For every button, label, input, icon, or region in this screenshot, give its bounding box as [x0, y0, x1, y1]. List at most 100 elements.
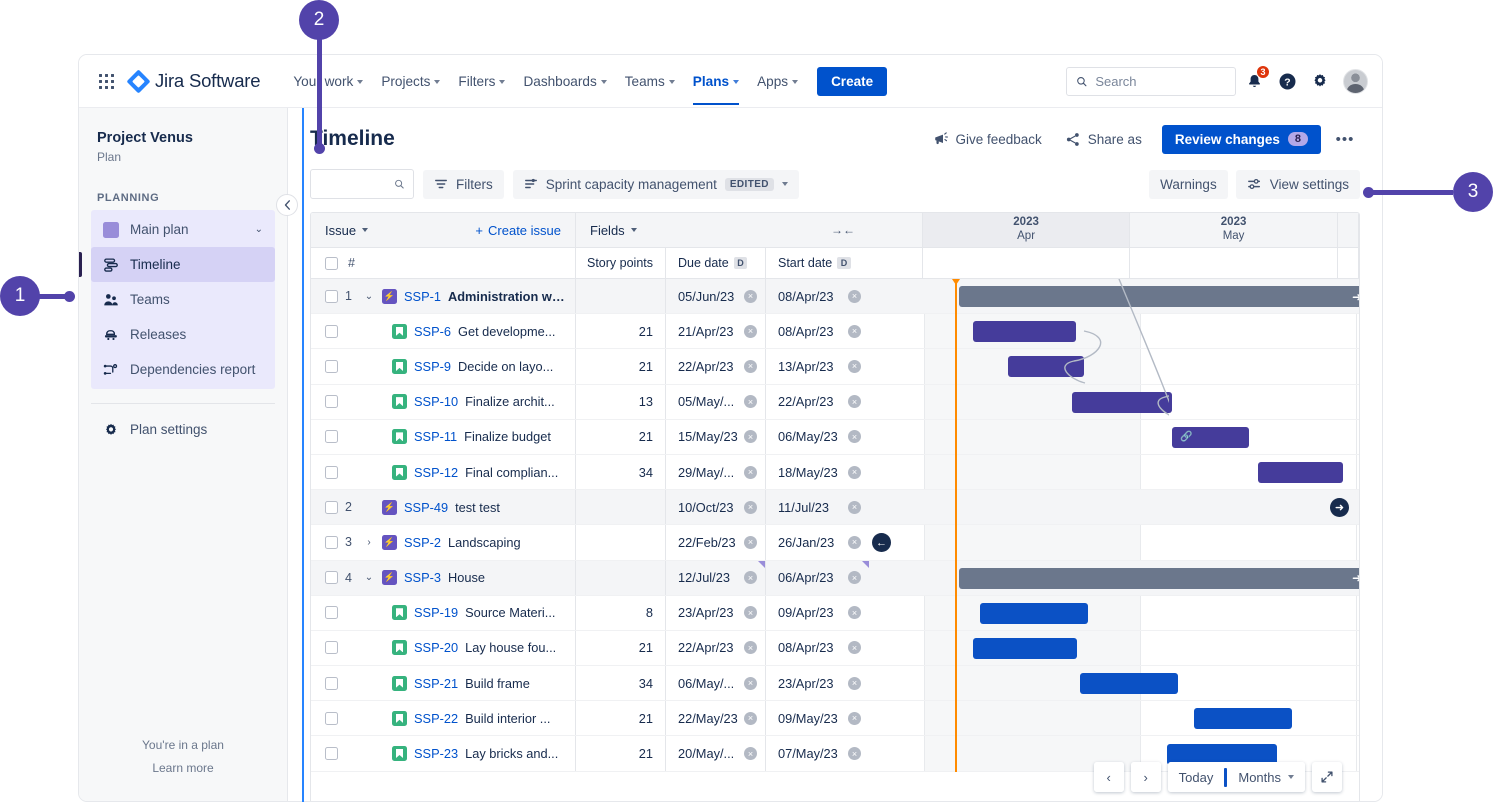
- clear-start-date-icon[interactable]: ×: [848, 360, 861, 373]
- story-points-cell[interactable]: 34: [576, 666, 666, 700]
- gantt-bar[interactable]: [1072, 392, 1172, 413]
- issue-key[interactable]: SSP-20: [414, 640, 458, 655]
- nav-plans[interactable]: Plans: [684, 57, 748, 105]
- start-date-cell[interactable]: 06/May/23 ×: [766, 420, 869, 454]
- table-row[interactable]: SSP-10 Finalize archit... 13 05/May/... …: [311, 385, 869, 420]
- table-row[interactable]: SSP-20 Lay house fou... 21 22/Apr/23 × 0…: [311, 631, 869, 666]
- jira-logo[interactable]: Jira Software: [130, 70, 260, 92]
- row-checkbox[interactable]: [325, 536, 338, 549]
- row-checkbox[interactable]: [325, 325, 338, 338]
- fields-header-menu[interactable]: Fields: [590, 223, 637, 238]
- due-date-cell[interactable]: 22/Feb/23 ×: [666, 525, 766, 559]
- row-twisty[interactable]: ›: [363, 537, 375, 548]
- table-row[interactable]: 4 ⌄ SSP-3 House 12/Jul/23 × 06/Apr/23 ×: [311, 561, 869, 596]
- row-checkbox[interactable]: [325, 466, 338, 479]
- story-points-cell[interactable]: 21: [576, 736, 666, 770]
- clear-due-date-icon[interactable]: ×: [744, 606, 757, 619]
- sidebar-item-teams[interactable]: Teams: [91, 282, 275, 317]
- story-points-cell[interactable]: 21: [576, 631, 666, 665]
- issue-search-input[interactable]: [319, 177, 394, 191]
- table-row[interactable]: 3 › SSP-2 Landscaping 22/Feb/23 × 26/Jan…: [311, 525, 869, 560]
- table-row[interactable]: SSP-6 Get developme... 21 21/Apr/23 × 08…: [311, 314, 869, 349]
- clear-start-date-icon[interactable]: ×: [848, 712, 861, 725]
- notifications-button[interactable]: 3: [1239, 66, 1269, 96]
- row-checkbox[interactable]: [325, 712, 338, 725]
- clear-start-date-icon[interactable]: ×: [848, 395, 861, 408]
- table-row[interactable]: SSP-12 Final complian... 34 29/May/... ×…: [311, 455, 869, 490]
- due-date-cell[interactable]: 29/May/... ×: [666, 455, 766, 489]
- start-date-cell[interactable]: 08/Apr/23 ×: [766, 279, 869, 313]
- sidebar-item-plan-settings[interactable]: Plan settings: [79, 412, 287, 447]
- row-checkbox[interactable]: [325, 290, 338, 303]
- start-date-cell[interactable]: 07/May/23 ×: [766, 736, 869, 770]
- row-twisty[interactable]: ⌄: [363, 572, 375, 583]
- due-date-cell[interactable]: 22/Apr/23 ×: [666, 631, 766, 665]
- sidebar-collapse-button[interactable]: [276, 194, 298, 216]
- due-date-cell[interactable]: 23/Apr/23 ×: [666, 596, 766, 630]
- gantt-bar[interactable]: [973, 638, 1077, 659]
- clear-start-date-icon[interactable]: ×: [848, 290, 861, 303]
- row-checkbox[interactable]: [325, 395, 338, 408]
- clear-start-date-icon[interactable]: ×: [848, 501, 861, 514]
- clear-due-date-icon[interactable]: ×: [744, 325, 757, 338]
- row-checkbox[interactable]: [325, 747, 338, 760]
- start-date-cell[interactable]: 23/Apr/23 ×: [766, 666, 869, 700]
- today-button[interactable]: Today: [1168, 762, 1225, 792]
- gantt-bar[interactable]: [973, 321, 1076, 342]
- due-date-cell[interactable]: 22/Apr/23 ×: [666, 349, 766, 383]
- start-date-cell[interactable]: 09/May/23 ×: [766, 701, 869, 735]
- row-checkbox[interactable]: [325, 677, 338, 690]
- gantt-row[interactable]: [869, 490, 1359, 525]
- due-date-cell[interactable]: 20/May/... ×: [666, 736, 766, 770]
- issue-key[interactable]: SSP-49: [404, 500, 448, 515]
- row-twisty[interactable]: ⌄: [363, 291, 375, 302]
- collapse-fields-icon[interactable]: →←: [831, 223, 855, 237]
- issue-key[interactable]: SSP-1: [404, 289, 441, 304]
- gantt-bar[interactable]: [1258, 462, 1343, 483]
- due-date-cell[interactable]: 05/Jun/23 ×: [666, 279, 766, 313]
- story-points-cell[interactable]: [576, 490, 666, 524]
- row-checkbox[interactable]: [325, 641, 338, 654]
- gantt-bar[interactable]: ➜: [959, 568, 1359, 589]
- filters-button[interactable]: Filters: [423, 170, 504, 199]
- clear-due-date-icon[interactable]: ×: [744, 571, 757, 584]
- gantt-bar[interactable]: [1194, 708, 1292, 729]
- story-points-cell[interactable]: 34: [576, 455, 666, 489]
- sidebar-footer-link[interactable]: Learn more: [79, 761, 287, 775]
- gantt-bar[interactable]: 🔗: [1172, 427, 1249, 448]
- table-row[interactable]: SSP-19 Source Materi... 8 23/Apr/23 × 09…: [311, 596, 869, 631]
- clear-due-date-icon[interactable]: ×: [744, 712, 757, 725]
- clear-start-date-icon[interactable]: ×: [848, 747, 861, 760]
- clear-due-date-icon[interactable]: ×: [744, 677, 757, 690]
- clear-start-date-icon[interactable]: ×: [848, 536, 861, 549]
- give-feedback-button[interactable]: Give feedback: [923, 126, 1050, 153]
- issue-key[interactable]: SSP-19: [414, 605, 458, 620]
- due-date-cell[interactable]: 12/Jul/23 ×: [666, 561, 766, 595]
- issue-search[interactable]: [310, 169, 414, 199]
- clear-due-date-icon[interactable]: ×: [744, 536, 757, 549]
- story-points-cell[interactable]: [576, 279, 666, 313]
- row-checkbox[interactable]: [325, 606, 338, 619]
- issue-key[interactable]: SSP-3: [404, 570, 441, 585]
- create-issue-button[interactable]: + Create issue: [475, 223, 561, 238]
- gantt-row[interactable]: [869, 525, 1359, 560]
- clear-start-date-icon[interactable]: ×: [848, 430, 861, 443]
- timeline-next-button[interactable]: ›: [1131, 762, 1161, 792]
- due-date-cell[interactable]: 06/May/... ×: [666, 666, 766, 700]
- sidebar-item-dependencies-report[interactable]: Dependencies report: [91, 352, 275, 387]
- search-input[interactable]: [1095, 74, 1226, 89]
- row-checkbox[interactable]: [325, 501, 338, 514]
- review-changes-button[interactable]: Review changes 8: [1162, 125, 1321, 154]
- table-row[interactable]: SSP-21 Build frame 34 06/May/... × 23/Ap…: [311, 666, 869, 701]
- gantt-bar[interactable]: ➜: [959, 286, 1359, 307]
- story-points-cell[interactable]: 21: [576, 701, 666, 735]
- start-date-cell[interactable]: 18/May/23 ×: [766, 455, 869, 489]
- zoom-level-dropdown[interactable]: Months: [1227, 762, 1305, 792]
- select-all-checkbox[interactable]: [325, 257, 338, 270]
- table-row[interactable]: SSP-23 Lay bricks and... 21 20/May/... ×…: [311, 736, 869, 771]
- issue-key[interactable]: SSP-9: [414, 359, 451, 374]
- story-points-cell[interactable]: [576, 525, 666, 559]
- help-button[interactable]: ?: [1272, 66, 1302, 96]
- user-avatar[interactable]: [1343, 69, 1368, 94]
- share-as-button[interactable]: Share as: [1056, 126, 1151, 153]
